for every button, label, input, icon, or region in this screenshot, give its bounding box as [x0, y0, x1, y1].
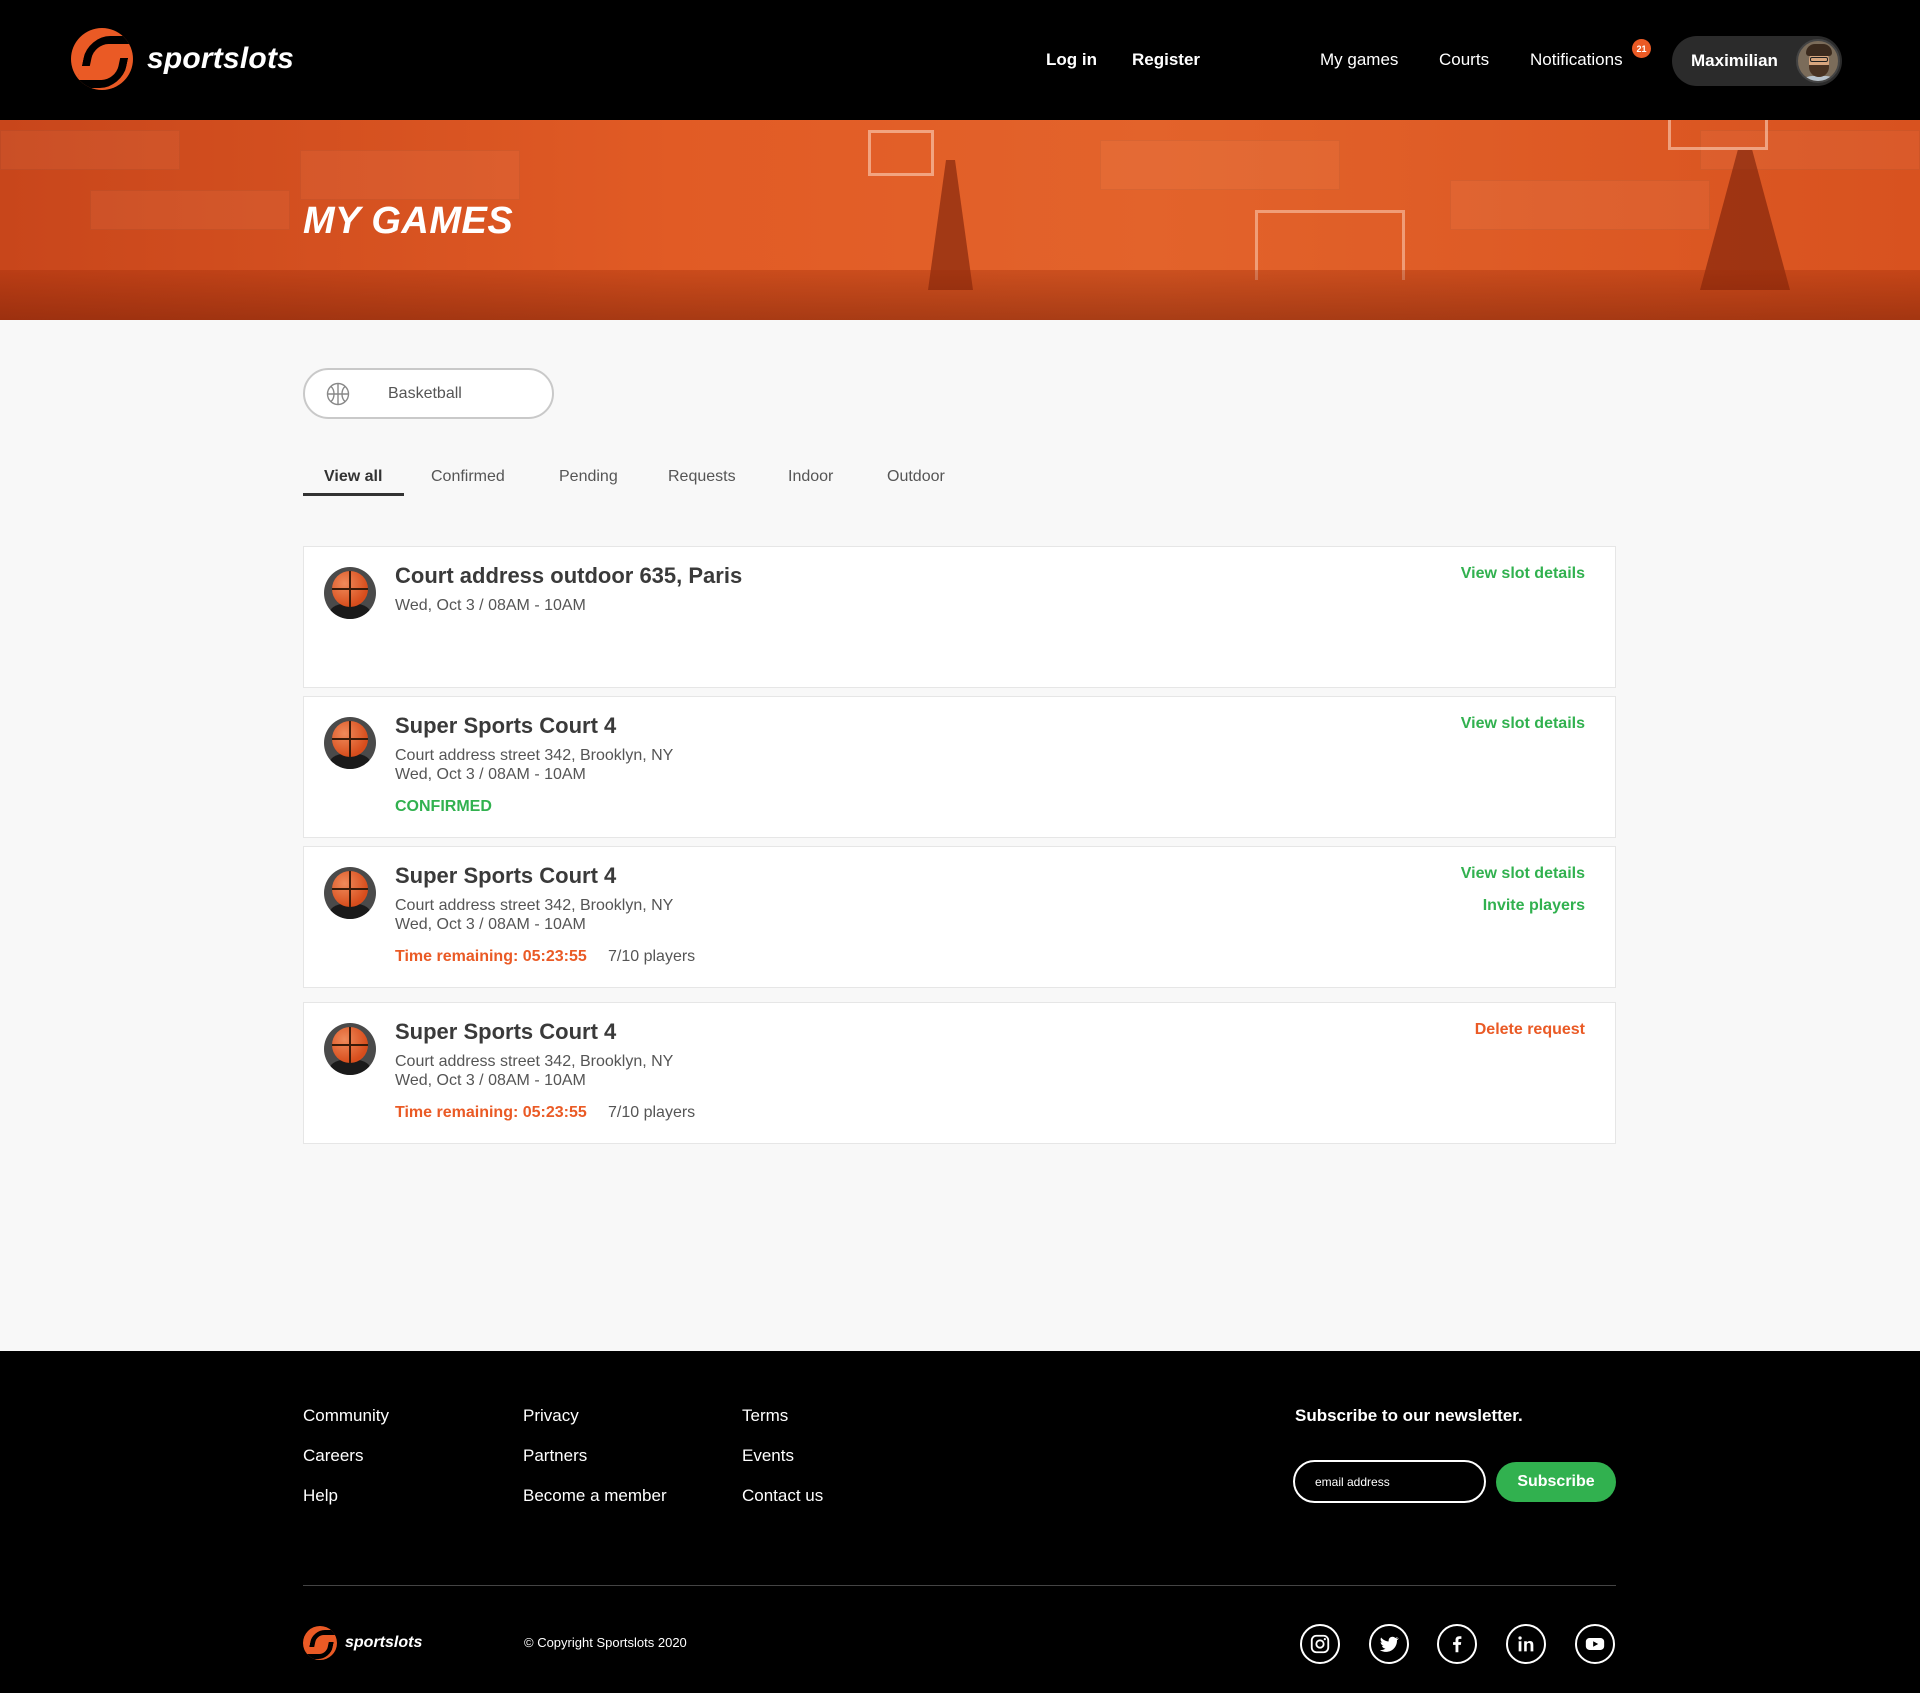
- page-title: MY GAMES: [303, 200, 514, 242]
- instagram-icon[interactable]: [1300, 1624, 1340, 1664]
- delete-request-link[interactable]: Delete request: [1475, 1021, 1585, 1039]
- player-count: 7/10 players: [608, 1104, 696, 1121]
- tab-requests[interactable]: Requests: [668, 468, 736, 486]
- game-card-datetime: Wed, Oct 3 / 08AM - 10AM: [395, 1072, 586, 1089]
- game-card-title: Super Sports Court 4: [395, 1019, 617, 1044]
- game-card: Super Sports Court 4 Court address stree…: [303, 1002, 1616, 1144]
- user-name: Maximilian: [1691, 51, 1778, 70]
- hero-banner: [0, 120, 1920, 320]
- sportslots-logo-icon: [71, 28, 133, 90]
- logo[interactable]: sportslots: [71, 28, 294, 90]
- footer-link-community[interactable]: Community: [303, 1406, 389, 1426]
- footer-link-become-member[interactable]: Become a member: [523, 1486, 667, 1506]
- copyright-text: © Copyright Sportslots 2020: [524, 1635, 687, 1650]
- basketball-icon: [326, 382, 350, 405]
- footer-link-terms[interactable]: Terms: [742, 1406, 788, 1426]
- footer-link-careers[interactable]: Careers: [303, 1446, 363, 1466]
- user-menu-button[interactable]: Maximilian: [1672, 36, 1842, 86]
- top-navigation-bar: sportslots Log in Register My games Cour…: [0, 0, 1920, 120]
- tab-confirmed[interactable]: Confirmed: [431, 468, 505, 486]
- sportslots-logo-icon: [303, 1626, 337, 1660]
- basketball-icon: [324, 567, 376, 619]
- game-card: Super Sports Court 4 Court address stree…: [303, 846, 1616, 988]
- view-slot-details-link[interactable]: View slot details: [1461, 565, 1585, 583]
- status-badge: CONFIRMED: [395, 798, 492, 815]
- footer-logo-text: sportslots: [345, 1634, 423, 1651]
- basketball-icon: [324, 867, 376, 919]
- sport-selector[interactable]: Basketball: [303, 368, 554, 419]
- view-slot-details-link[interactable]: View slot details: [1461, 715, 1585, 733]
- sport-selector-label: Basketball: [388, 384, 462, 402]
- login-link[interactable]: Log in: [1046, 50, 1097, 70]
- tab-indoor[interactable]: Indoor: [788, 468, 833, 486]
- linkedin-icon[interactable]: [1506, 1624, 1546, 1664]
- footer: Community Careers Help Privacy Partners …: [0, 1351, 1920, 1693]
- footer-link-partners[interactable]: Partners: [523, 1446, 587, 1466]
- player-count: 7/10 players: [608, 948, 696, 965]
- youtube-icon[interactable]: [1575, 1624, 1615, 1664]
- footer-link-help[interactable]: Help: [303, 1486, 338, 1506]
- tab-outdoor[interactable]: Outdoor: [887, 468, 945, 486]
- game-card-datetime: Wed, Oct 3 / 08AM - 10AM: [395, 597, 586, 614]
- footer-link-contact[interactable]: Contact us: [742, 1486, 823, 1506]
- time-remaining: Time remaining: 05:23:55: [395, 948, 587, 965]
- subscribe-button[interactable]: Subscribe: [1496, 1462, 1616, 1502]
- invite-players-link[interactable]: Invite players: [1483, 897, 1585, 915]
- game-card-address: Court address street 342, Brooklyn, NY: [395, 747, 674, 764]
- game-card: Super Sports Court 4 Court address stree…: [303, 696, 1616, 838]
- game-card-address: Court address street 342, Brooklyn, NY: [395, 897, 674, 914]
- register-link[interactable]: Register: [1132, 50, 1200, 70]
- footer-divider: [303, 1585, 1616, 1586]
- game-card-datetime: Wed, Oct 3 / 08AM - 10AM: [395, 766, 586, 783]
- footer-link-privacy[interactable]: Privacy: [523, 1406, 579, 1426]
- footer-logo[interactable]: sportslots: [303, 1626, 422, 1660]
- twitter-icon[interactable]: [1369, 1624, 1409, 1664]
- tab-pending[interactable]: Pending: [559, 468, 618, 486]
- game-card-title: Super Sports Court 4: [395, 863, 617, 888]
- footer-link-events[interactable]: Events: [742, 1446, 794, 1466]
- basketball-icon: [324, 717, 376, 769]
- logo-text: sportslots: [147, 42, 295, 75]
- basketball-icon: [324, 1023, 376, 1075]
- game-card: Court address outdoor 635, Paris Wed, Oc…: [303, 546, 1616, 688]
- game-card-title: Super Sports Court 4: [395, 713, 617, 738]
- notification-count-badge: 21: [1632, 39, 1651, 58]
- facebook-icon[interactable]: [1437, 1624, 1477, 1664]
- avatar: [1796, 39, 1840, 83]
- active-tab-indicator: [303, 493, 404, 496]
- nav-my-games[interactable]: My games: [1320, 50, 1398, 70]
- nav-notifications[interactable]: Notifications: [1530, 50, 1623, 70]
- time-remaining: Time remaining: 05:23:55: [395, 1104, 587, 1121]
- game-card-datetime: Wed, Oct 3 / 08AM - 10AM: [395, 916, 586, 933]
- game-card-title: Court address outdoor 635, Paris: [395, 563, 743, 588]
- newsletter-email-input[interactable]: [1293, 1460, 1486, 1503]
- nav-courts[interactable]: Courts: [1439, 50, 1489, 70]
- tab-view-all[interactable]: View all: [324, 468, 382, 486]
- game-card-address: Court address street 342, Brooklyn, NY: [395, 1053, 674, 1070]
- newsletter-title: Subscribe to our newsletter.: [1295, 1406, 1523, 1425]
- view-slot-details-link[interactable]: View slot details: [1461, 865, 1585, 883]
